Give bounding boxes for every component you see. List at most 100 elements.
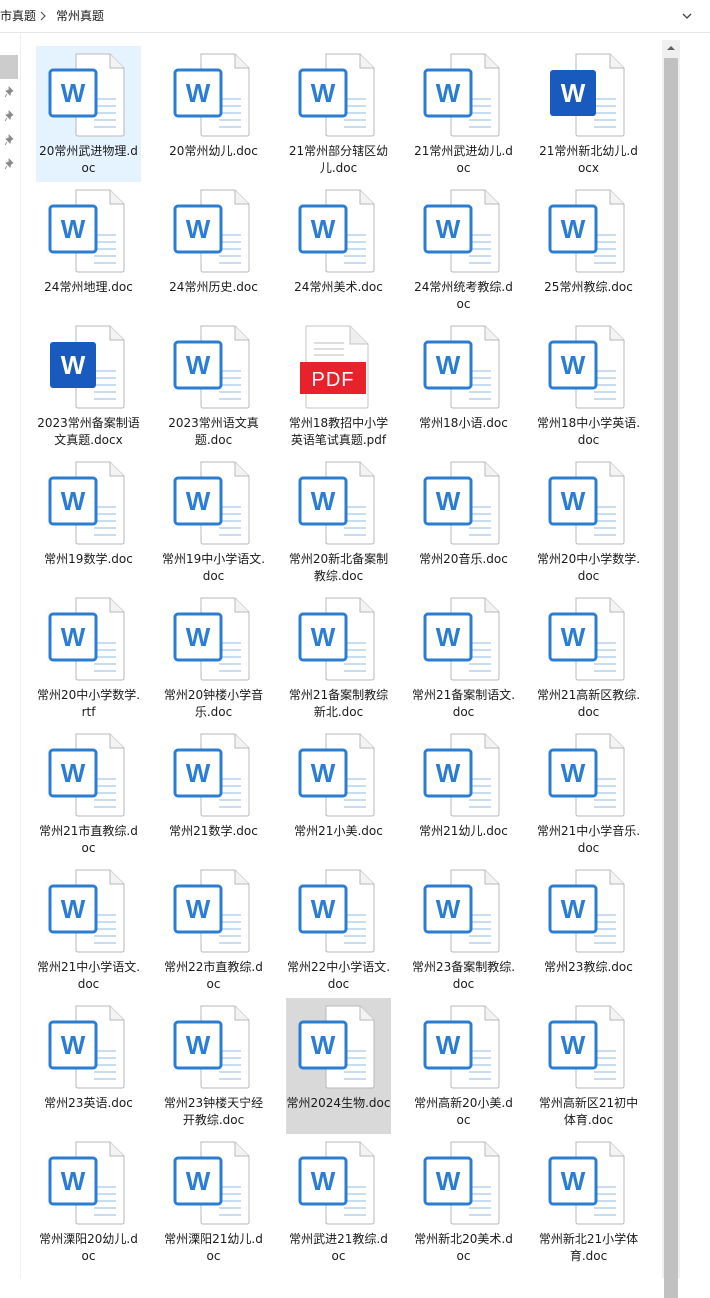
file-item[interactable]: W 常州21备案制语文.doc [411, 590, 516, 726]
word-doc-icon: W [548, 461, 625, 545]
file-item[interactable]: W 25常州教综.doc [536, 182, 641, 318]
file-item[interactable]: W 常州21备案制教综新北.doc [286, 590, 391, 726]
vertical-scrollbar[interactable] [662, 40, 680, 1298]
file-item[interactable]: W 常州23教综.doc [536, 862, 641, 998]
svg-text:W: W [61, 894, 86, 924]
file-name-label: 常州新北20美术.doc [414, 1232, 513, 1263]
word-doc-icon: W [298, 189, 375, 273]
file-item[interactable]: W 常州20音乐.doc [411, 454, 516, 590]
pin-icon[interactable] [4, 158, 16, 170]
file-name-label: 21常州部分辖区幼儿.doc [288, 144, 389, 175]
file-item[interactable]: W 常州新北21小学体育.doc [536, 1134, 641, 1270]
file-item[interactable]: W 24常州统考教综.doc [411, 182, 516, 318]
file-item[interactable]: W 常州21数学.doc [161, 726, 266, 862]
file-item[interactable]: W 常州22市直教综.doc [161, 862, 266, 998]
pin-icon[interactable] [4, 110, 16, 122]
file-item[interactable]: W 常州高新区21初中体育.doc [536, 998, 641, 1134]
file-name-label: 常州20中小学数学.rtf [36, 688, 141, 719]
file-item[interactable]: W 常州溧阳21幼儿.doc [161, 1134, 266, 1270]
file-item[interactable]: W 常州高新20小美.doc [411, 998, 516, 1134]
file-item[interactable]: W 常州19中小学语文.doc [161, 454, 266, 590]
file-name-label: 2023常州语文真题.doc [168, 416, 259, 447]
svg-text:W: W [311, 894, 336, 924]
file-name-label: 常州23英语.doc [44, 1096, 133, 1110]
file-name-label: 24常州历史.doc [169, 280, 258, 294]
file-name-label: 常州20音乐.doc [419, 552, 508, 566]
svg-text:W: W [561, 894, 586, 924]
chevron-down-icon[interactable] [680, 9, 694, 23]
svg-text:W: W [186, 78, 211, 108]
scroll-up-arrow-icon[interactable] [662, 40, 680, 56]
word-doc-icon: W [548, 733, 625, 817]
word-doc-icon: W [173, 189, 250, 273]
svg-text:W: W [561, 758, 586, 788]
address-bar[interactable]: 市真题 常州真题 [0, 0, 710, 33]
file-item[interactable]: W 常州19数学.doc [36, 454, 141, 590]
file-name-label: 常州20钟楼小学音乐.doc [163, 688, 264, 719]
file-item[interactable]: W 常州溧阳20幼儿.doc [36, 1134, 141, 1270]
word-doc-icon: W [298, 461, 375, 545]
breadcrumb-separator-icon[interactable] [38, 11, 48, 21]
file-item[interactable]: PDF 常州18教招中小学英语笔试真题.pdf [286, 318, 391, 454]
file-item[interactable]: W 常州21中小学语文.doc [36, 862, 141, 998]
file-item[interactable]: W 24常州美术.doc [286, 182, 391, 318]
file-item[interactable]: W 常州22中小学语文.doc [286, 862, 391, 998]
file-name-label: 常州21备案制语文.doc [411, 688, 516, 719]
file-item[interactable]: W 24常州地理.doc [36, 182, 141, 318]
svg-text:W: W [561, 350, 586, 380]
file-item[interactable]: W 2023常州语文真题.doc [161, 318, 266, 454]
file-name-label: 常州21中小学音乐.doc [536, 824, 641, 855]
svg-text:W: W [436, 894, 461, 924]
file-item[interactable]: W 常州21中小学音乐.doc [536, 726, 641, 862]
svg-text:W: W [561, 1166, 586, 1196]
file-name-label: 常州2024生物.doc [286, 1096, 391, 1110]
scrollbar-thumb[interactable] [664, 58, 678, 1298]
file-item[interactable]: W 常州20中小学数学.rtf [36, 590, 141, 726]
word-doc-icon: W [48, 597, 125, 681]
file-item[interactable]: W 常州21幼儿.doc [411, 726, 516, 862]
file-item[interactable]: W 常州2024生物.doc [286, 998, 391, 1134]
file-item[interactable]: W 常州23钟楼天宁经开教综.doc [161, 998, 266, 1134]
word-doc-icon: W [548, 189, 625, 273]
pin-icon[interactable] [4, 86, 16, 98]
file-item[interactable]: W 常州18小语.doc [411, 318, 516, 454]
pin-icon[interactable] [4, 134, 16, 146]
word-doc-icon: W [423, 1005, 500, 1089]
file-item[interactable]: W 常州21小美.doc [286, 726, 391, 862]
file-item[interactable]: W 常州21高新区教综.doc [536, 590, 641, 726]
word-doc-icon: W [173, 1005, 250, 1089]
svg-text:W: W [61, 486, 86, 516]
file-item[interactable]: W 2023常州备案制语文真题.docx [36, 318, 141, 454]
file-name-label: 24常州地理.doc [44, 280, 133, 294]
nav-selected-item[interactable] [0, 55, 18, 79]
word-doc-icon: W [48, 461, 125, 545]
file-name-label: 常州21中小学语文.doc [36, 960, 141, 991]
word-docx-icon: W [550, 53, 625, 137]
file-item[interactable]: W 常州18中小学英语.doc [536, 318, 641, 454]
file-item[interactable]: W 20常州武进物理.doc [36, 46, 141, 182]
file-item[interactable]: W 常州新北20美术.doc [411, 1134, 516, 1270]
file-item[interactable]: W 21常州武进幼儿.doc [411, 46, 516, 182]
file-item[interactable]: W 常州23英语.doc [36, 998, 141, 1134]
file-item[interactable]: W 常州20中小学数学.doc [536, 454, 641, 590]
svg-text:W: W [436, 622, 461, 652]
file-item[interactable]: W 21常州部分辖区幼儿.doc [286, 46, 391, 182]
file-item[interactable]: W 常州20钟楼小学音乐.doc [161, 590, 266, 726]
word-doc-icon: W [548, 869, 625, 953]
breadcrumb-current[interactable]: 常州真题 [56, 8, 104, 24]
file-item[interactable]: W 常州21市直教综.doc [36, 726, 141, 862]
word-doc-icon: W [173, 325, 250, 409]
breadcrumb-parent[interactable]: 市真题 [0, 8, 36, 24]
file-item[interactable]: W 常州武进21教综.doc [286, 1134, 391, 1270]
svg-text:W: W [436, 486, 461, 516]
word-doc-icon: W [423, 189, 500, 273]
file-item[interactable]: W 常州20新北备案制教综.doc [286, 454, 391, 590]
word-doc-icon: W [48, 1005, 125, 1089]
file-item[interactable]: W 24常州历史.doc [161, 182, 266, 318]
word-doc-icon: W [423, 461, 500, 545]
svg-text:W: W [311, 486, 336, 516]
file-name-label: 24常州统考教综.doc [414, 280, 513, 311]
file-item[interactable]: W 常州23备案制教综.doc [411, 862, 516, 998]
file-item[interactable]: W 20常州幼儿.doc [161, 46, 266, 182]
file-item[interactable]: W 21常州新北幼儿.docx [536, 46, 641, 182]
